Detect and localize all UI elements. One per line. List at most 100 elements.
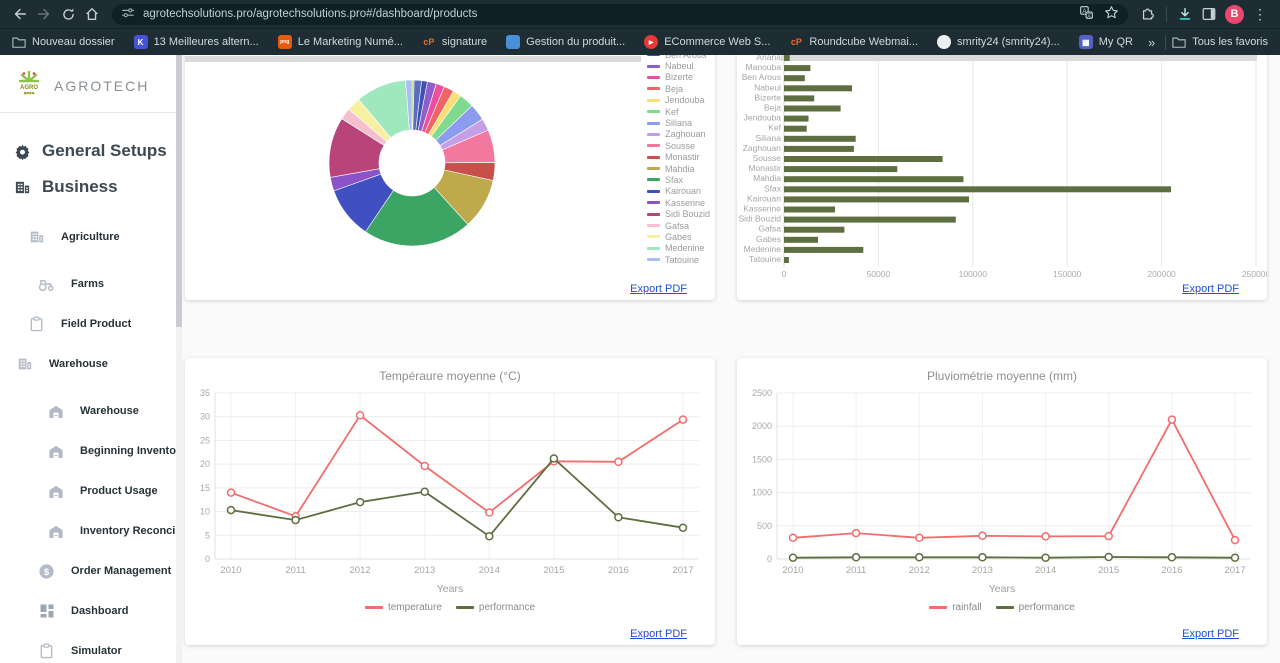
sidebar-item-field-product[interactable]: Field Product — [0, 304, 176, 344]
sidebar-item-beginning-inventory[interactable]: Beginning Inventory — [0, 431, 176, 471]
svg-text:2015: 2015 — [1098, 565, 1119, 576]
bookmark-star-icon[interactable] — [1104, 5, 1119, 23]
chart-title: Tempéraure moyenne (°C) — [185, 358, 715, 385]
reload-icon[interactable] — [56, 2, 80, 26]
translate-icon[interactable]: A文 — [1079, 5, 1094, 23]
svg-text:Sfax: Sfax — [764, 183, 782, 193]
legend-item[interactable]: Bizerte — [647, 72, 710, 83]
bookmark-item[interactable]: cPsignature — [422, 35, 487, 49]
sidebar-item-label: Farms — [71, 278, 104, 290]
legend-item[interactable]: Gabes — [647, 231, 710, 242]
bookmark-icon — [12, 35, 26, 49]
all-favorites-button[interactable]: Tous les favoris — [1172, 35, 1268, 49]
legend-item[interactable]: Sidi Bouzid — [647, 208, 710, 219]
chart-legend-item[interactable]: performance — [456, 602, 535, 613]
sidebar-item-order-management[interactable]: $Order Management — [0, 551, 176, 591]
address-bar[interactable]: agrotechsolutions.pro/agrotechsolutions.… — [112, 4, 1128, 25]
chart-legend-item[interactable]: rainfall — [929, 602, 981, 613]
sidebar-item-product-usage[interactable]: Product Usage — [0, 471, 176, 511]
legend-item[interactable]: Tatouine — [647, 254, 710, 265]
legend-label: Sidi Bouzid — [665, 209, 710, 219]
legend-dash — [647, 224, 660, 227]
export-pdf-link[interactable]: Export PDF — [1182, 283, 1239, 295]
legend-item[interactable]: Siliana — [647, 117, 710, 128]
bookmark-item[interactable]: smrity24 (smrity24)... — [937, 35, 1060, 49]
chart-legend-item[interactable]: temperature — [365, 602, 442, 613]
bookmark-item[interactable]: cPRoundcube Webmai... — [789, 35, 918, 49]
svg-text:2011: 2011 — [285, 565, 305, 576]
toolbar-divider — [1166, 7, 1167, 22]
legend-item[interactable]: Jendouba — [647, 95, 710, 106]
sidebar-item-farms[interactable]: Farms — [0, 264, 176, 304]
legend-item[interactable]: Kairouan — [647, 186, 710, 197]
legend-item[interactable]: Nabeul — [647, 60, 710, 71]
sidebar-item-agriculture[interactable]: Agriculture — [0, 217, 176, 257]
bookmark-item[interactable]: Gestion du produit... — [506, 35, 625, 49]
bookmark-item[interactable]: K13 Meilleures altern... — [134, 35, 259, 49]
legend-dash — [647, 133, 660, 136]
bookmark-item[interactable]: ▶ECommerce Web S... — [644, 35, 770, 49]
forward-icon[interactable] — [32, 2, 56, 26]
sidebar-item-dashboard[interactable]: Dashboard — [0, 591, 176, 631]
legend-item[interactable]: Beja — [647, 83, 710, 94]
svg-text:50000: 50000 — [867, 269, 891, 279]
svg-text:15: 15 — [200, 483, 210, 493]
menu-icon[interactable]: ⋮ — [1248, 2, 1272, 26]
legend-label: Bizerte — [665, 72, 693, 82]
back-icon[interactable] — [8, 2, 32, 26]
chart-legend-item[interactable]: performance — [996, 602, 1075, 613]
bookmarks-overflow-icon[interactable]: » — [1144, 35, 1159, 50]
browser-chrome: agrotechsolutions.pro/agrotechsolutions.… — [0, 0, 1280, 55]
bookmarks-list: Nouveau dossier K13 Meilleures altern... p… — [12, 35, 1134, 49]
svg-text:1500: 1500 — [752, 454, 772, 464]
bookmark-icon: cP — [422, 35, 436, 49]
svg-text:Sidi Bouzid: Sidi Bouzid — [738, 214, 781, 224]
bookmark-icon: ▦ — [1079, 35, 1093, 49]
legend-item[interactable]: Kasserine — [647, 197, 710, 208]
bookmarks-divider — [1165, 35, 1166, 50]
legend-item[interactable]: Medenine — [647, 243, 710, 254]
rainfall-line-chart: 0500100015002000250020102011201220132014… — [737, 387, 1267, 583]
brand-row[interactable]: AGRO ■■■■ AGROTECH — [0, 55, 176, 112]
svg-text:0: 0 — [782, 269, 787, 279]
site-info-icon[interactable] — [121, 6, 135, 23]
legend-item[interactable]: Kef — [647, 106, 710, 117]
extensions-icon[interactable] — [1136, 2, 1160, 26]
clipboard-icon — [28, 316, 45, 333]
legend-item[interactable]: Zaghouan — [647, 129, 710, 140]
legend-label: Sousse — [665, 141, 695, 151]
sidebar-item-warehouse[interactable]: Warehouse — [0, 344, 176, 384]
home-icon[interactable] — [80, 2, 104, 26]
bookmark-icon — [937, 35, 951, 49]
svg-text:Manouba: Manouba — [746, 62, 782, 72]
legend-item[interactable]: Monastir — [647, 152, 710, 163]
bookmark-item[interactable]: pngLe Marketing Numé... — [278, 35, 403, 49]
side-panel-icon[interactable] — [1197, 2, 1221, 26]
downloads-icon[interactable] — [1173, 2, 1197, 26]
bookmark-label: smrity24 (smrity24)... — [957, 36, 1060, 48]
export-pdf-link[interactable]: Export PDF — [1182, 628, 1239, 640]
legend-item[interactable]: Sousse — [647, 140, 710, 151]
legend-dash — [647, 213, 660, 216]
export-pdf-link[interactable]: Export PDF — [630, 628, 687, 640]
sidebar-section-business[interactable]: Business — [0, 169, 176, 205]
legend-item[interactable]: Mahdia — [647, 163, 710, 174]
folder-icon — [1172, 35, 1186, 49]
section-label: Business — [42, 177, 118, 197]
chart-legend: temperature performance — [185, 602, 715, 613]
svg-text:2017: 2017 — [1224, 565, 1245, 576]
legend-item[interactable]: Gafsa — [647, 220, 710, 231]
bookmark-label: My QR Code - QR C... — [1099, 36, 1134, 48]
sidebar-item-inventory-reconciliation[interactable]: Inventory Reconciliation — [0, 511, 176, 551]
sidebar-item-warehouse[interactable]: Warehouse — [0, 391, 176, 431]
sidebar-item-label: Simulator — [71, 645, 122, 657]
profile-avatar[interactable]: B — [1225, 5, 1244, 24]
legend-item[interactable]: Sfax — [647, 174, 710, 185]
export-pdf-link[interactable]: Export PDF — [630, 283, 687, 295]
sidebar-section-general-setups[interactable]: General Setups — [0, 133, 176, 169]
sidebar-item-simulator[interactable]: Simulator — [0, 631, 176, 663]
bookmark-label: Nouveau dossier — [32, 36, 115, 48]
bookmark-item[interactable]: ▦ My QR Code - QR C... — [1079, 35, 1134, 49]
svg-text:Medenine: Medenine — [744, 244, 782, 254]
bookmark-item[interactable]: Nouveau dossier — [12, 35, 115, 49]
